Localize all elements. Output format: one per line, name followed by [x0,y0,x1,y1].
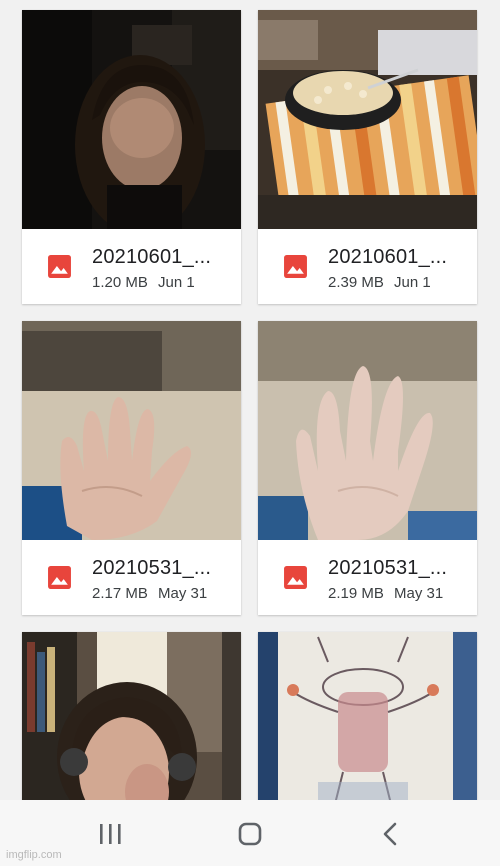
file-name: 20210601_... [92,246,212,268]
image-file-icon [48,566,71,589]
file-info: 20210531_... 2.17 MB May 31 [22,540,241,615]
image-file-icon [284,566,307,589]
image-thumbnail[interactable] [258,321,477,540]
back-icon [383,822,397,846]
file-meta: 2.39 MB Jun 1 [328,274,431,291]
file-size: 2.17 MB [92,585,148,602]
file-meta: 2.19 MB May 31 [328,585,443,602]
file-size: 1.20 MB [92,274,148,291]
file-gallery-screen: 20210601_... 1.20 MB Jun 1 20210601_... … [0,0,500,866]
watermark: imgflip.com [6,849,62,861]
image-thumbnail[interactable] [258,10,477,229]
file-info: 20210601_... 1.20 MB Jun 1 [22,229,241,304]
file-info: 20210601_... 2.39 MB Jun 1 [258,229,477,304]
back-button[interactable] [360,812,420,856]
file-date: Jun 1 [158,274,195,291]
file-card[interactable]: 20210531_... 2.17 MB May 31 [22,321,241,615]
file-card[interactable]: 20210601_... 2.39 MB Jun 1 [258,10,477,304]
home-button[interactable] [220,812,280,856]
file-card[interactable] [22,632,241,800]
image-grid: 20210601_... 1.20 MB Jun 1 20210601_... … [0,0,500,800]
file-size: 2.39 MB [328,274,384,291]
image-file-icon [284,255,307,278]
file-size: 2.19 MB [328,585,384,602]
file-date: Jun 1 [394,274,431,291]
file-meta: 2.17 MB May 31 [92,585,207,602]
file-date: May 31 [394,585,444,602]
image-file-icon [48,255,71,278]
file-info: 20210531_... 2.19 MB May 31 [258,540,477,615]
home-icon [238,822,262,846]
image-thumbnail[interactable] [22,321,241,540]
file-meta: 1.20 MB Jun 1 [92,274,195,291]
image-thumbnail[interactable] [258,632,477,800]
recent-apps-button[interactable] [80,812,140,856]
file-name: 20210601_... [328,246,448,268]
recent-apps-icon [100,824,121,844]
file-card[interactable]: 20210601_... 1.20 MB Jun 1 [22,10,241,304]
image-thumbnail[interactable] [22,632,241,800]
image-thumbnail[interactable] [22,10,241,229]
file-card[interactable] [258,632,477,800]
file-card[interactable]: 20210531_... 2.19 MB May 31 [258,321,477,615]
file-name: 20210531_... [92,557,212,579]
file-date: May 31 [158,585,208,602]
system-navigation-bar [0,800,500,866]
file-name: 20210531_... [328,557,448,579]
